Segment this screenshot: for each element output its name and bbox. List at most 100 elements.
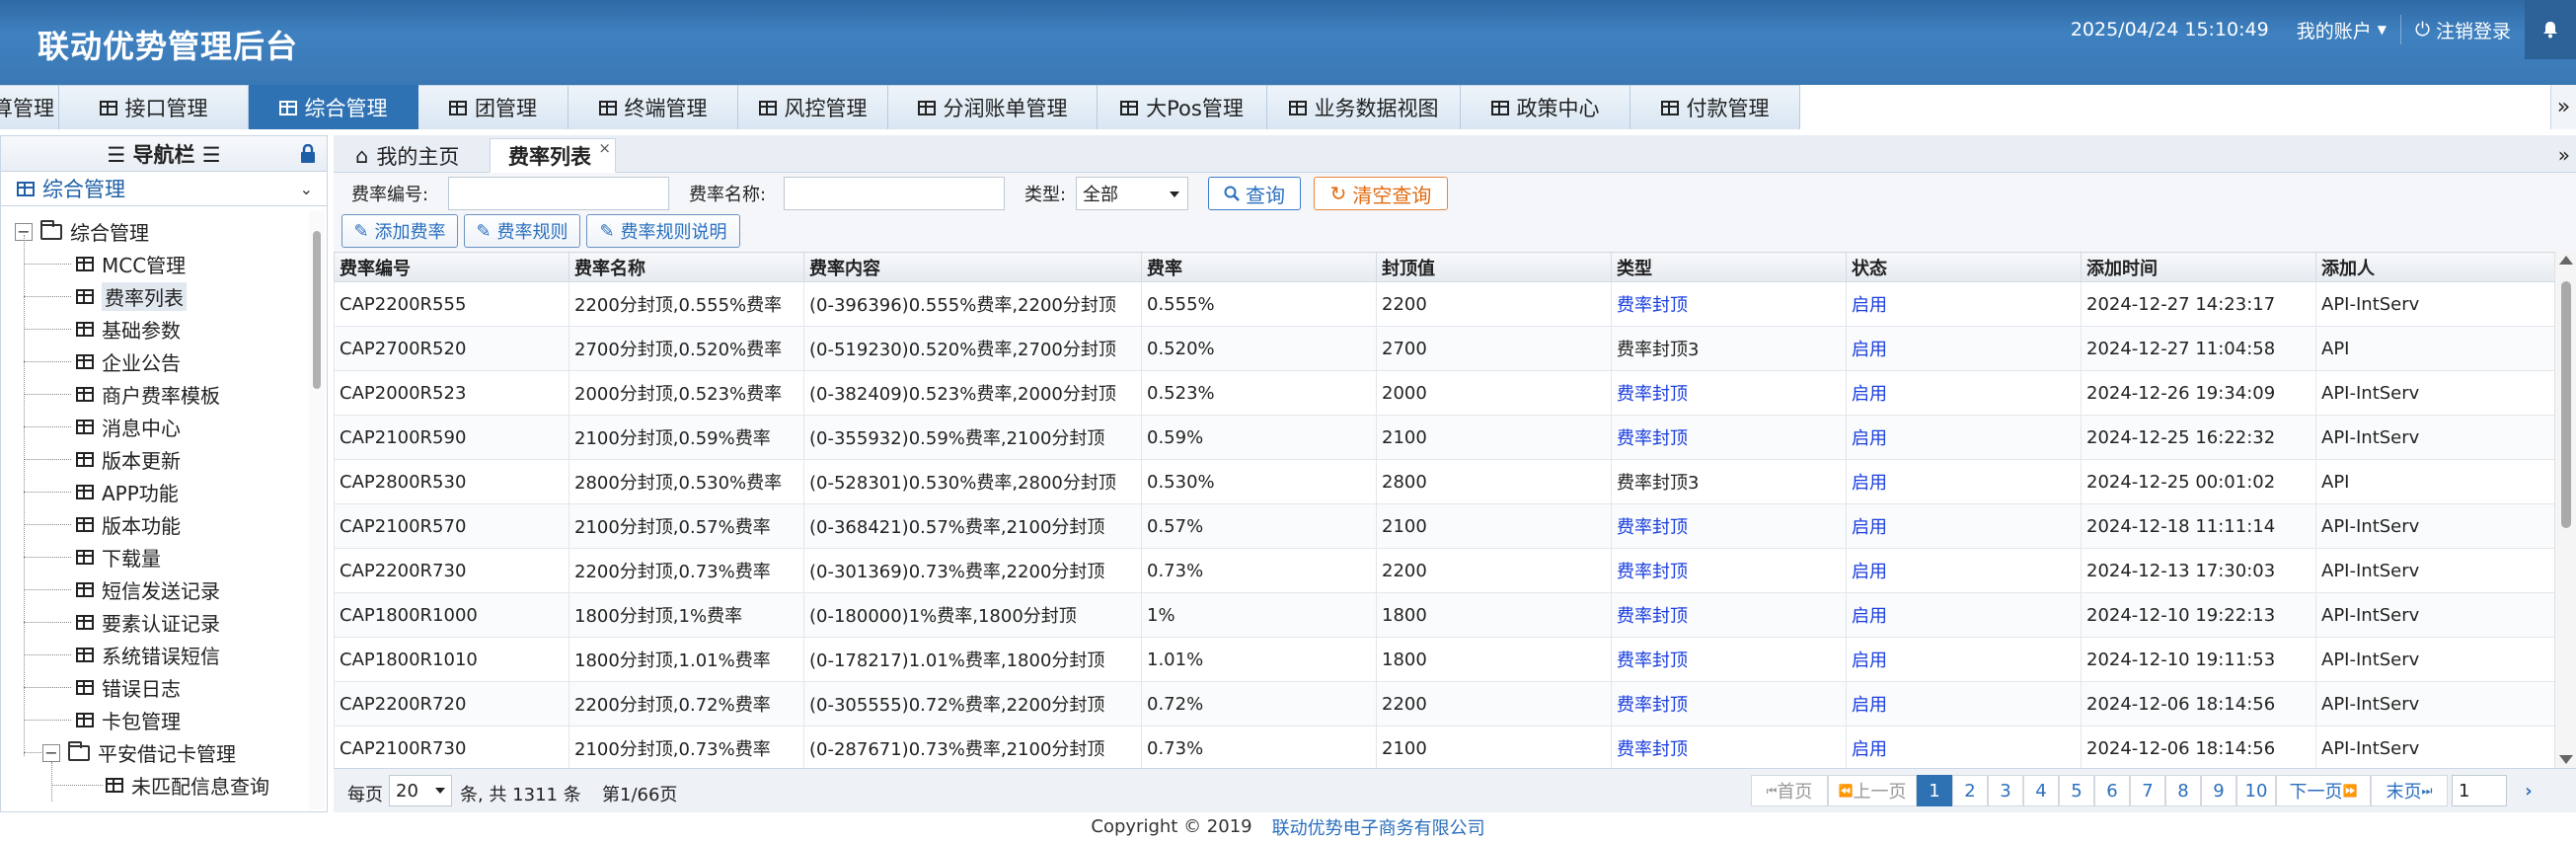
table-row[interactable]: CAP1800R1010 1800分封顶,1.01%费率 (0-178217)1.0… [334, 637, 2554, 682]
tree-item[interactable]: 消息中心 [76, 411, 181, 443]
page-button[interactable]: 2 [1952, 775, 1988, 806]
tab-4[interactable]: 终端管理 [568, 85, 738, 129]
table-row[interactable]: CAP2100R570 2100分封顶,0.57%费率 (0-368421)0.57… [334, 503, 2554, 549]
last-page-button[interactable]: 末页 ⏭ [2371, 775, 2448, 806]
page-button[interactable]: 5 [2059, 775, 2094, 806]
scroll-thumb[interactable] [313, 231, 321, 389]
table-row[interactable]: CAP2700R520 2700分封顶,0.520%费率 (0-519230)0.5… [334, 326, 2554, 371]
table-cell[interactable]: 启用 [1846, 459, 2082, 504]
notification-button[interactable] [2525, 0, 2576, 59]
tree-item[interactable]: 错误日志 [76, 671, 181, 704]
prev-page-button[interactable]: ⏪ 上一页 [1828, 775, 1917, 806]
lock-icon[interactable] [299, 144, 317, 164]
column-header[interactable]: 费率内容 [803, 252, 1142, 282]
rate-rule-desc-button[interactable]: ✎ 费率规则说明 [586, 214, 740, 248]
tab-10[interactable]: 付款管理 [1630, 85, 1800, 129]
tab-8[interactable]: 业务数据视图 [1267, 85, 1461, 129]
column-header[interactable]: 类型 [1611, 252, 1847, 282]
tree-item[interactable]: 企业公告 [76, 345, 181, 378]
tab-0[interactable]: 算管理 [0, 85, 59, 129]
table-cell[interactable]: 费率封顶 [1611, 592, 1847, 638]
page-button[interactable]: 6 [2094, 775, 2130, 806]
table-cell[interactable]: 费率封顶 [1611, 726, 1847, 768]
tree-item[interactable]: 短信发送记录 [76, 573, 220, 606]
tab-5[interactable]: 风控管理 [738, 85, 888, 129]
table-row[interactable]: CAP2100R730 2100分封顶,0.73%费率 (0-287671)0.73… [334, 726, 2554, 768]
page-button[interactable]: 9 [2201, 775, 2236, 806]
next-page-button[interactable]: 下一页 ⏩ [2276, 775, 2371, 806]
table-cell[interactable]: 费率封顶 [1611, 681, 1847, 726]
table-cell[interactable]: 费率封顶 [1611, 370, 1847, 416]
tree-item[interactable]: 版本更新 [76, 443, 181, 476]
table-row[interactable]: CAP2100R590 2100分封顶,0.59%费率 (0-355932)0.59… [334, 415, 2554, 460]
table-cell[interactable]: 启用 [1846, 637, 2082, 682]
table-cell[interactable]: 费率封顶 [1611, 548, 1847, 593]
table-cell[interactable]: 费率封顶 [1611, 637, 1847, 682]
per-page-select[interactable]: 20 [389, 775, 452, 806]
rate-name-input[interactable] [784, 177, 1005, 210]
page-button[interactable]: 8 [2165, 775, 2201, 806]
page-button[interactable]: 3 [1988, 775, 2023, 806]
table-cell[interactable]: 费率封顶 [1611, 503, 1847, 549]
table-scrollbar[interactable] [2554, 252, 2576, 768]
table-row[interactable]: CAP2800R530 2800分封顶,0.530%费率 (0-528301)0.5… [334, 459, 2554, 504]
tree-item[interactable]: MCC管理 [76, 248, 186, 280]
tab-rate-list[interactable]: 费率列表 × [490, 138, 616, 173]
tree-item[interactable]: APP功能 [76, 476, 179, 508]
sidebar-scrollbar[interactable] [309, 211, 325, 809]
table-cell[interactable]: 启用 [1846, 726, 2082, 768]
first-page-button[interactable]: ⏮ 首页 [1751, 775, 1828, 806]
table-cell[interactable]: 费率封顶 [1611, 415, 1847, 460]
page-button[interactable]: 10 [2236, 775, 2276, 806]
scroll-down-icon[interactable] [2559, 755, 2573, 764]
table-cell[interactable]: 启用 [1846, 326, 2082, 371]
tree-item[interactable]: 商户费率模板 [76, 378, 220, 411]
rate-no-input[interactable] [448, 177, 669, 210]
column-header[interactable]: 添加人 [2315, 252, 2554, 282]
account-menu[interactable]: 我的账户 ▼ [2283, 0, 2400, 59]
tree-item[interactable]: 要素认证记录 [76, 606, 220, 639]
tree-item[interactable]: 未匹配信息查询 [106, 769, 269, 802]
tree-item[interactable]: 基础参数 [76, 313, 181, 345]
table-cell[interactable]: 启用 [1846, 548, 2082, 593]
add-rate-button[interactable]: ✎ 添加费率 [341, 214, 458, 248]
tab-7[interactable]: 大Pos管理 [1098, 85, 1267, 129]
company-link[interactable]: 联动优势电子商务有限公司 [1272, 814, 1485, 840]
tree-item[interactable]: 下载量 [76, 541, 161, 573]
tab-1[interactable]: 接口管理 [59, 85, 249, 129]
type-select[interactable]: 全部 [1076, 177, 1188, 210]
tree-item[interactable]: 费率列表 [76, 280, 187, 313]
table-cell[interactable]: 费率封顶3 [1611, 459, 1847, 504]
rate-rule-button[interactable]: ✎ 费率规则 [464, 214, 580, 248]
page-button[interactable]: 4 [2023, 775, 2059, 806]
table-cell[interactable]: 启用 [1846, 415, 2082, 460]
tree-item[interactable]: 版本功能 [76, 508, 181, 541]
tree-item[interactable]: 卡包管理 [76, 704, 181, 736]
table-cell[interactable]: 启用 [1846, 503, 2082, 549]
clear-query-button[interactable]: ↻ 清空查询 [1314, 177, 1448, 210]
scroll-thumb[interactable] [2561, 281, 2571, 528]
column-header[interactable]: 封顶值 [1376, 252, 1612, 282]
table-row[interactable]: CAP2200R555 2200分封顶,0.555%费率 (0-396396)0.5… [334, 281, 2554, 327]
tab-3[interactable]: 团管理 [418, 85, 568, 129]
page-button[interactable]: 1 [1917, 775, 1952, 806]
table-row[interactable]: CAP2000R523 2000分封顶,0.523%费率 (0-382409)0.5… [334, 370, 2554, 416]
tab-home[interactable]: ⌂ 我的主页 [338, 138, 477, 173]
scroll-up-icon[interactable] [2559, 256, 2573, 265]
tab-6[interactable]: 分润账单管理 [888, 85, 1098, 129]
query-button[interactable]: 查询 [1208, 177, 1301, 210]
collapse-icon[interactable]: − [42, 743, 60, 762]
table-row[interactable]: CAP2200R730 2200分封顶,0.73%费率 (0-301369)0.73… [334, 548, 2554, 593]
column-header[interactable]: 费率名称 [568, 252, 804, 282]
table-cell[interactable]: 启用 [1846, 592, 2082, 638]
table-cell[interactable]: 费率封顶 [1611, 281, 1847, 327]
column-header[interactable]: 添加时间 [2081, 252, 2316, 282]
logout-button[interactable]: ⏻ 注销登录 [2401, 0, 2525, 59]
column-header[interactable]: 费率编号 [334, 252, 569, 282]
table-row[interactable]: CAP2200R720 2200分封顶,0.72%费率 (0-305555)0.72… [334, 681, 2554, 726]
tree-item[interactable]: 系统错误短信 [76, 639, 220, 671]
expand-icon[interactable]: » [2558, 143, 2570, 167]
tree-subfolder[interactable]: − 平安借记卡管理 [42, 736, 236, 769]
tree-root[interactable]: − 综合管理 [15, 215, 149, 248]
table-cell[interactable]: 启用 [1846, 370, 2082, 416]
